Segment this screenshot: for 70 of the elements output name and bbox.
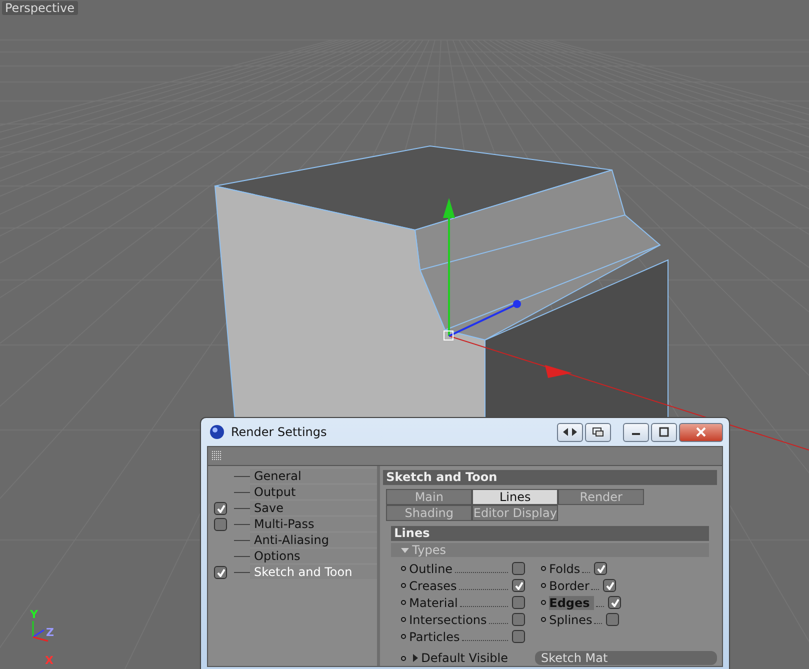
bullet-icon xyxy=(541,617,546,622)
checkbox[interactable] xyxy=(214,566,226,578)
sidebar-item[interactable]: Multi-Pass xyxy=(250,517,378,531)
viewport-label: Perspective xyxy=(2,1,78,15)
z-axis-handle[interactable] xyxy=(448,300,521,337)
bullet-icon xyxy=(541,566,546,571)
maximize-button[interactable] xyxy=(651,422,677,442)
checkbox[interactable] xyxy=(603,579,616,592)
checkbox[interactable] xyxy=(608,596,621,609)
windows-icon xyxy=(592,427,604,437)
y-axis-arrow[interactable] xyxy=(443,198,455,336)
minimize-button[interactable] xyxy=(623,422,649,442)
field-label: Default Visible xyxy=(421,651,508,665)
sidebar-item[interactable]: Anti-Aliasing xyxy=(250,533,378,547)
window-title: Render Settings xyxy=(231,425,327,439)
tab[interactable]: Main xyxy=(386,489,472,505)
sidebar-item[interactable]: Sketch and Toon xyxy=(250,565,378,579)
restore-panel-button[interactable] xyxy=(585,422,611,442)
bullet-icon xyxy=(401,617,406,622)
option-label: Creases xyxy=(409,578,457,592)
close-button[interactable] xyxy=(679,422,723,442)
arrows-button[interactable] xyxy=(557,422,583,442)
option-label: Particles xyxy=(409,630,460,644)
option-label: Outline xyxy=(409,562,453,576)
axis-label: Y xyxy=(30,608,38,621)
option-label: Splines xyxy=(549,612,592,626)
checkbox[interactable] xyxy=(594,562,608,575)
checkbox[interactable] xyxy=(512,596,526,609)
orientation-axes-icon xyxy=(32,621,48,642)
subgroup-label: Types xyxy=(412,543,446,557)
option-label: Folds xyxy=(549,562,580,576)
axis-label: Z xyxy=(46,626,54,639)
panel-title: Sketch and Toon xyxy=(383,470,717,485)
grip-icon xyxy=(212,451,222,461)
checkbox[interactable] xyxy=(214,502,226,514)
checkbox[interactable] xyxy=(512,562,526,575)
option-label: Edges xyxy=(549,596,594,610)
bullet-icon xyxy=(541,583,546,588)
checkbox[interactable] xyxy=(606,613,620,626)
tab[interactable]: Shading xyxy=(386,505,472,521)
double-arrow-icon xyxy=(563,427,577,437)
sidebar-item[interactable]: Options xyxy=(250,549,378,563)
sidebar-item[interactable]: Save xyxy=(250,501,378,515)
option-label: Intersections xyxy=(409,612,487,626)
bullet-icon xyxy=(401,600,406,605)
bullet-icon xyxy=(541,600,546,605)
close-icon xyxy=(696,427,706,437)
tab[interactable]: Editor Display xyxy=(472,505,558,521)
option-label: Border xyxy=(549,578,590,592)
checkbox[interactable] xyxy=(512,630,526,643)
tab[interactable]: Render xyxy=(558,489,644,505)
option-label: Material xyxy=(409,596,458,610)
material-field[interactable]: Sketch Mat xyxy=(535,651,717,665)
subgroup-header[interactable]: Types xyxy=(391,543,709,557)
tab[interactable]: Lines xyxy=(472,489,558,505)
bullet-icon xyxy=(401,583,406,588)
sidebar-item[interactable]: General xyxy=(250,469,378,483)
axis-label: X xyxy=(45,654,54,667)
sphere-icon xyxy=(209,424,225,440)
checkbox[interactable] xyxy=(512,579,526,592)
caret-icon[interactable] xyxy=(412,654,418,662)
bullet-icon xyxy=(401,566,406,571)
group-header: Lines xyxy=(391,526,709,541)
bullet-icon xyxy=(401,656,406,660)
sidebar-item[interactable]: Output xyxy=(250,485,378,499)
checkbox[interactable] xyxy=(214,518,226,530)
bullet-icon xyxy=(401,634,406,639)
pivot-handle[interactable] xyxy=(444,330,454,340)
maximize-icon xyxy=(659,427,669,437)
checkbox[interactable] xyxy=(512,613,526,626)
